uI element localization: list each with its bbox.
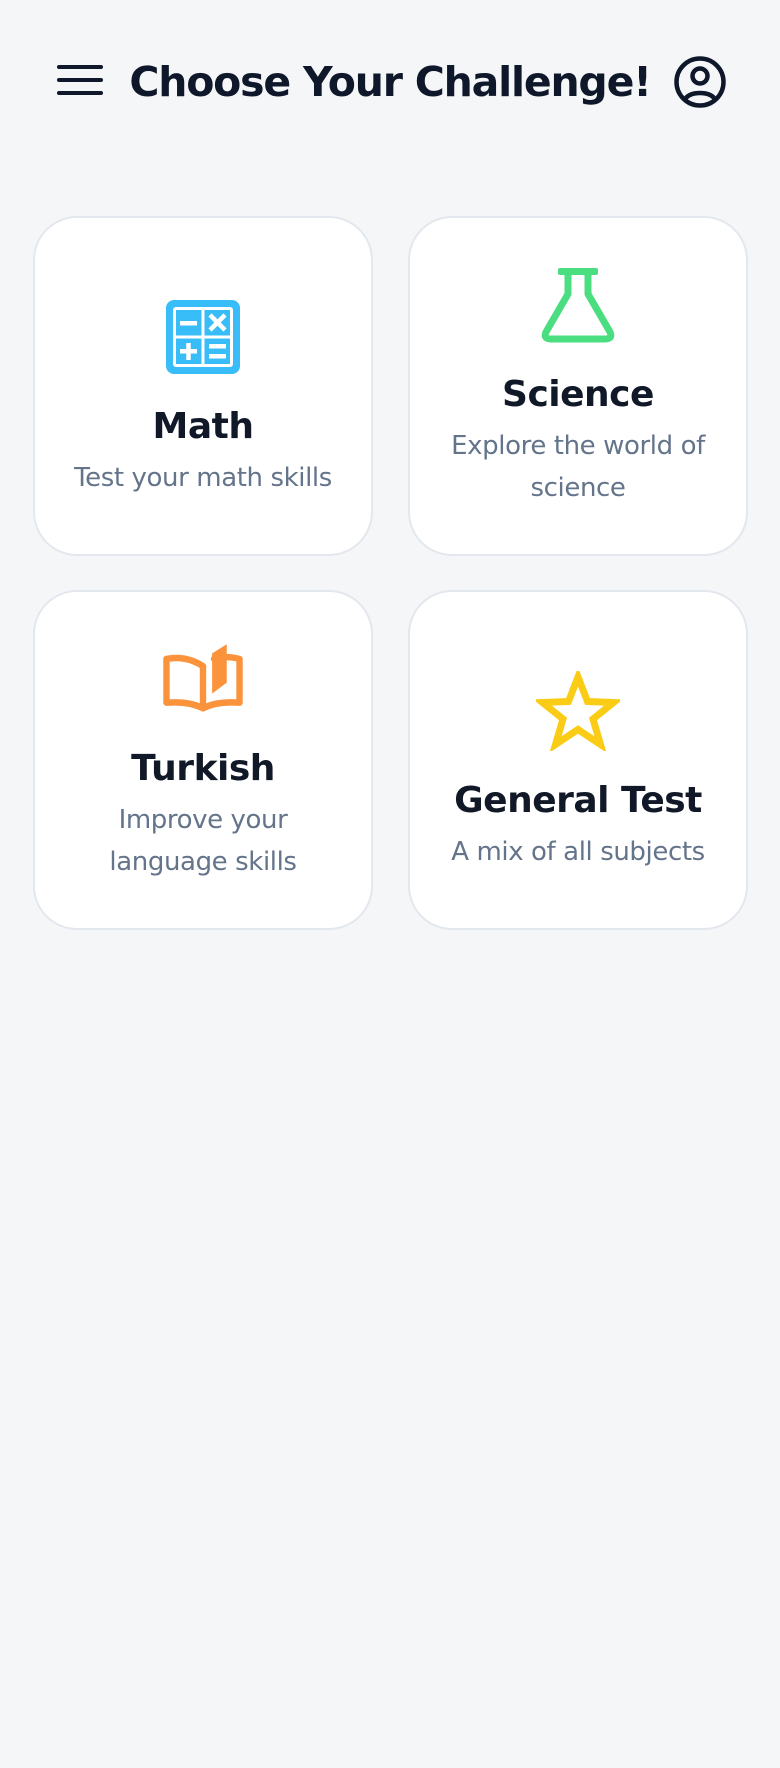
- category-card-math[interactable]: Math Test your math skills: [33, 216, 373, 556]
- category-card-general-test[interactable]: General Test A mix of all subjects: [408, 590, 748, 930]
- category-description: Test your math skills: [74, 463, 332, 493]
- star-icon: [536, 671, 620, 751]
- category-card-science[interactable]: Science Explore the world of science: [408, 216, 748, 556]
- category-description: Explore the world of science: [451, 431, 705, 503]
- category-grid: Math Test your math skills Science Explo…: [33, 216, 748, 930]
- category-title: General Test: [454, 780, 702, 821]
- category-description: A mix of all subjects: [451, 837, 705, 867]
- open-book-icon-wrapper: [161, 637, 245, 721]
- calculator-icon-wrapper: [161, 295, 245, 379]
- flask-icon: [541, 268, 615, 343]
- flask-icon-wrapper: [536, 263, 620, 347]
- profile-button[interactable]: [670, 52, 730, 112]
- category-title: Math: [152, 406, 254, 447]
- calculator-icon: [166, 300, 240, 374]
- user-circle-icon: [674, 56, 726, 108]
- category-title: Turkish: [131, 748, 275, 789]
- category-title: Science: [502, 374, 654, 415]
- open-book-icon: [163, 644, 243, 712]
- app-header: Choose Your Challenge!: [0, 0, 780, 164]
- category-description: Improve your language skills: [109, 805, 297, 877]
- star-icon-wrapper: [536, 669, 620, 753]
- page-title: Choose Your Challenge!: [129, 58, 652, 106]
- category-card-turkish[interactable]: Turkish Improve your language skills: [33, 590, 373, 930]
